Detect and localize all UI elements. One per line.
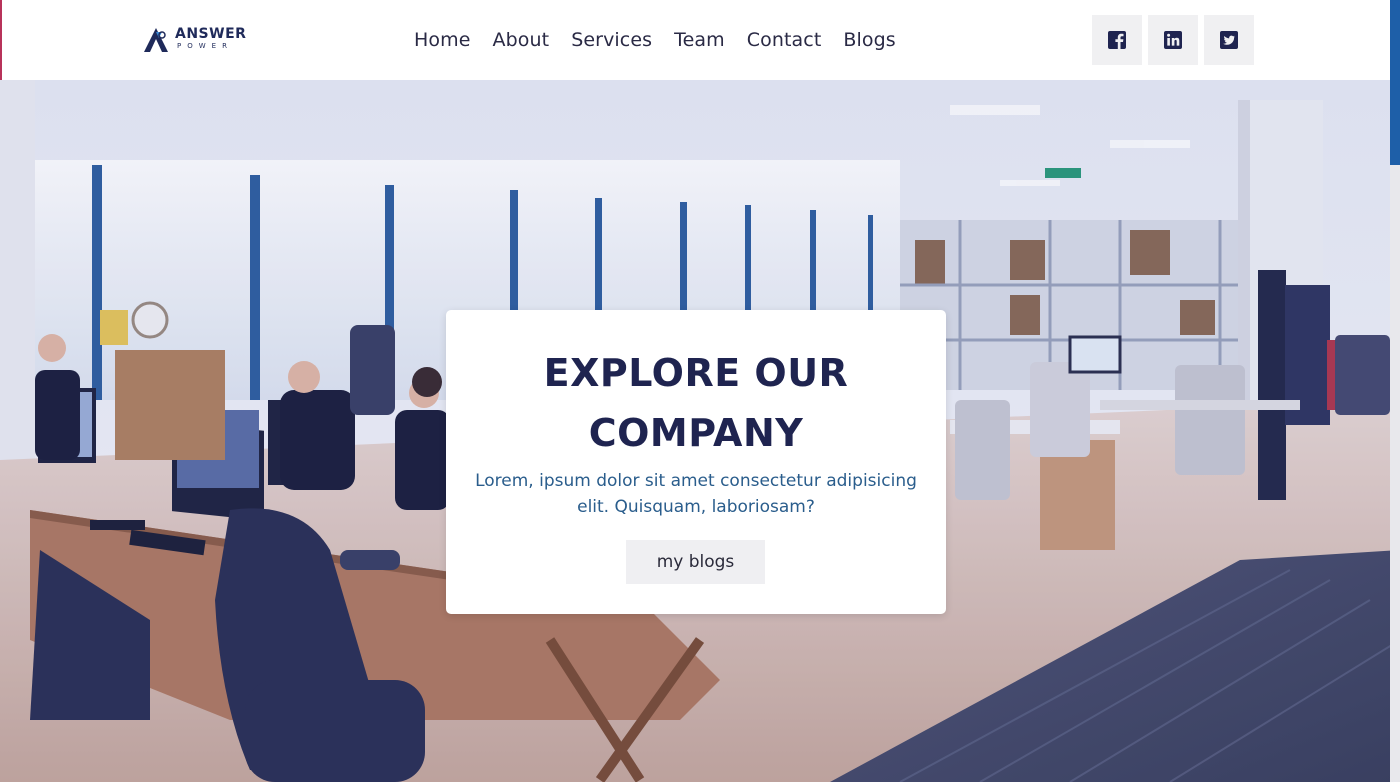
facebook-icon bbox=[1108, 31, 1126, 49]
nav-contact[interactable]: Contact bbox=[747, 27, 822, 55]
nav-home[interactable]: Home bbox=[414, 27, 471, 55]
brand-subtitle: POWER bbox=[177, 42, 233, 50]
hero-description: Lorem, ipsum dolor sit amet consectetur … bbox=[475, 471, 917, 517]
brand-name: ANSWER bbox=[175, 26, 247, 42]
social-links bbox=[1092, 15, 1260, 65]
logo-mark-icon bbox=[144, 28, 168, 52]
hero-title-line1: EXPLORE OUR bbox=[543, 351, 849, 395]
nav-blogs[interactable]: Blogs bbox=[843, 27, 895, 55]
my-blogs-button[interactable]: my blogs bbox=[626, 540, 765, 584]
site-header: ANSWER POWER Home About Services Team Co… bbox=[0, 0, 1400, 80]
linkedin-button[interactable] bbox=[1148, 15, 1198, 65]
nav-team[interactable]: Team bbox=[674, 27, 725, 55]
twitter-icon bbox=[1220, 31, 1238, 49]
nav-services[interactable]: Services bbox=[571, 27, 652, 55]
scrollbar-thumb[interactable] bbox=[1390, 0, 1400, 165]
hero-title: EXPLORE OUR COMPANY bbox=[486, 343, 906, 463]
linkedin-icon bbox=[1164, 31, 1182, 49]
hero-title-line2: COMPANY bbox=[588, 411, 804, 455]
hero-card: EXPLORE OUR COMPANY Lorem, ipsum dolor s… bbox=[446, 310, 946, 614]
facebook-button[interactable] bbox=[1092, 15, 1142, 65]
nav-about[interactable]: About bbox=[493, 27, 550, 55]
main-nav: Home About Services Team Contact Blogs bbox=[414, 27, 918, 55]
brand-logo[interactable]: ANSWER POWER bbox=[142, 26, 252, 54]
twitter-button[interactable] bbox=[1204, 15, 1254, 65]
